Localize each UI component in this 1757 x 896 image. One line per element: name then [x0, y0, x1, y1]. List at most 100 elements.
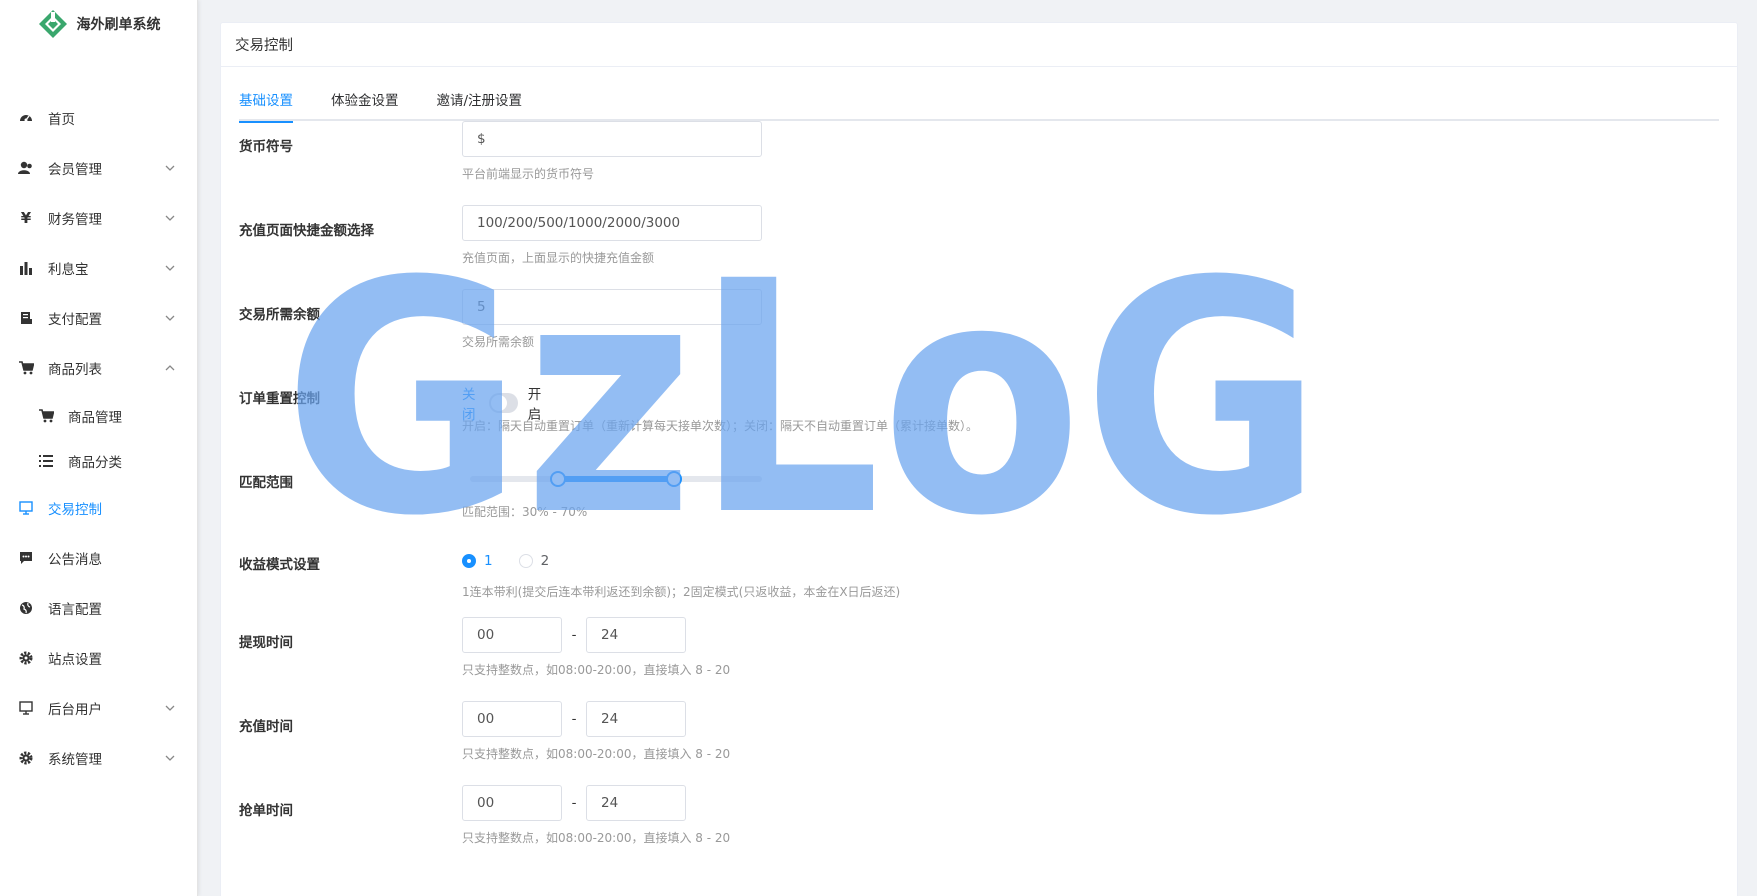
- tab-trial-fund-settings[interactable]: 体验金设置: [331, 89, 399, 121]
- radio-label: 1: [484, 553, 493, 569]
- chevron-up-icon: [165, 365, 175, 371]
- min-balance-label: 交易所需余额: [239, 307, 320, 323]
- sidebar-item-system[interactable]: 系统管理: [0, 738, 198, 778]
- grab-time-range: -: [462, 785, 686, 821]
- gear-icon: [18, 650, 34, 666]
- withdraw-time-range: -: [462, 617, 686, 653]
- sidebar-item-home[interactable]: 首页: [0, 98, 198, 138]
- quick-amounts-help: 充值页面，上面显示的快捷充值金额: [462, 251, 655, 265]
- sidebar-item-finance[interactable]: ¥ 财务管理: [0, 198, 198, 238]
- range-separator: -: [571, 711, 577, 727]
- sidebar-item-label: 站点设置: [48, 652, 102, 668]
- sidebar-item-members[interactable]: 会员管理: [0, 148, 198, 188]
- profit-mode-help: 1连本带利(提交后连本带利返还到余额)；2固定模式(只返收益，本金在X日后返还): [462, 585, 901, 599]
- brand[interactable]: 海外刷单系统: [0, 0, 197, 48]
- sidebar: 海外刷单系统 首页 会员管理 ¥ 财务管理 利息宝 支付配置 商品列表 商品管理…: [0, 0, 198, 896]
- switch-toggle[interactable]: [489, 393, 518, 413]
- sidebar-item-announcements[interactable]: 公告消息: [0, 538, 198, 578]
- brand-title: 海外刷单系统: [76, 17, 161, 33]
- currency-help: 平台前端显示的货币符号: [462, 167, 595, 181]
- sidebar-item-label: 系统管理: [48, 752, 102, 768]
- recharge-time-label: 充值时间: [239, 719, 293, 735]
- order-reset-label: 订单重置控制: [239, 391, 320, 407]
- main-content: 交易控制 基础设置 体验金设置 邀请/注册设置 货币符号 平台前端显示的货币符号…: [198, 0, 1757, 896]
- quick-amounts-label: 充值页面快捷金额选择: [239, 223, 374, 239]
- sidebar-item-admin-users[interactable]: 后台用户: [0, 688, 198, 728]
- grab-time-to-input[interactable]: [586, 785, 686, 821]
- grab-time-help: 只支持整数点，如08:00-20:00，直接填入 8 - 20: [462, 831, 731, 845]
- sidebar-item-interest[interactable]: 利息宝: [0, 248, 198, 288]
- sidebar-item-label: 商品列表: [48, 362, 102, 378]
- profit-mode-label: 收益模式设置: [239, 557, 320, 573]
- match-range-label: 匹配范围: [239, 475, 293, 491]
- globe-icon: [18, 600, 34, 616]
- card-title: 交易控制: [221, 23, 1737, 67]
- recharge-time-range: -: [462, 701, 686, 737]
- sidebar-item-label: 语言配置: [48, 602, 102, 618]
- gear-icon: [18, 750, 34, 766]
- range-separator: -: [571, 627, 577, 643]
- sidebar-item-label: 支付配置: [48, 312, 102, 328]
- grab-time-label: 抢单时间: [239, 803, 293, 819]
- users-icon: [18, 160, 34, 176]
- yen-icon: ¥: [20, 209, 32, 227]
- profit-mode-radios: 1 2: [462, 553, 575, 569]
- match-range-slider[interactable]: [462, 469, 762, 489]
- quick-amounts-input[interactable]: [462, 205, 762, 241]
- withdraw-time-help: 只支持整数点，如08:00-20:00，直接填入 8 - 20: [462, 663, 731, 677]
- chevron-down-icon: [165, 315, 175, 321]
- match-range-help: 匹配范围：30% - 70%: [462, 505, 588, 519]
- sidebar-item-label: 会员管理: [48, 162, 102, 178]
- dashboard-icon: [18, 110, 34, 126]
- radio-option-1[interactable]: 1: [462, 553, 493, 569]
- currency-input[interactable]: [462, 121, 762, 157]
- sidebar-item-trade-control[interactable]: 交易控制: [0, 488, 198, 528]
- withdraw-time-from-input[interactable]: [462, 617, 562, 653]
- slider-handle-min[interactable]: [549, 471, 566, 487]
- recharge-time-from-input[interactable]: [462, 701, 562, 737]
- slider-fill: [557, 476, 675, 482]
- sidebar-item-label: 商品分类: [68, 455, 122, 471]
- monitor-icon: [18, 500, 34, 516]
- list-icon: [38, 453, 54, 469]
- sidebar-item-language[interactable]: 语言配置: [0, 588, 198, 628]
- sidebar-item-site-settings[interactable]: 站点设置: [0, 638, 198, 678]
- sidebar-item-label: 财务管理: [48, 212, 102, 228]
- sidebar-item-products[interactable]: 商品列表: [0, 348, 198, 388]
- sidebar-item-label: 首页: [48, 112, 75, 128]
- sidebar-item-product-category[interactable]: 商品分类: [0, 441, 198, 481]
- withdraw-time-label: 提现时间: [239, 635, 293, 651]
- withdraw-time-to-input[interactable]: [586, 617, 686, 653]
- sidebar-item-label: 交易控制: [48, 502, 102, 518]
- chevron-down-icon: [165, 265, 175, 271]
- sidebar-item-label: 利息宝: [48, 262, 89, 278]
- tab-basic-settings[interactable]: 基础设置: [239, 89, 293, 123]
- chevron-down-icon: [165, 215, 175, 221]
- currency-label: 货币符号: [239, 139, 293, 155]
- bar-chart-icon: [18, 260, 34, 276]
- sidebar-item-product-manage[interactable]: 商品管理: [0, 396, 198, 436]
- tab-invite-register-settings[interactable]: 邀请/注册设置: [437, 89, 523, 121]
- range-separator: -: [571, 795, 577, 811]
- settings-tabs: 基础设置 体验金设置 邀请/注册设置: [239, 89, 1719, 123]
- radio-dot: [462, 554, 476, 568]
- message-icon: [18, 550, 34, 566]
- radio-option-2[interactable]: 2: [518, 553, 550, 569]
- brand-logo-icon: [38, 10, 67, 38]
- chevron-down-icon: [165, 705, 175, 711]
- receipt-icon: [18, 310, 34, 326]
- sidebar-item-label: 公告消息: [48, 552, 102, 568]
- recharge-time-to-input[interactable]: [586, 701, 686, 737]
- switch-knob: [491, 395, 508, 411]
- chevron-down-icon: [165, 755, 175, 761]
- cart-icon: [18, 360, 34, 376]
- recharge-time-help: 只支持整数点，如08:00-20:00，直接填入 8 - 20: [462, 747, 731, 761]
- radio-label: 2: [540, 553, 550, 569]
- sidebar-item-payment[interactable]: 支付配置: [0, 298, 198, 338]
- min-balance-input[interactable]: [462, 289, 762, 325]
- slider-handle-max[interactable]: [666, 471, 683, 487]
- grab-time-from-input[interactable]: [462, 785, 562, 821]
- chevron-down-icon: [165, 165, 175, 171]
- sidebar-item-label: 商品管理: [68, 410, 122, 426]
- monitor-icon: [18, 700, 34, 716]
